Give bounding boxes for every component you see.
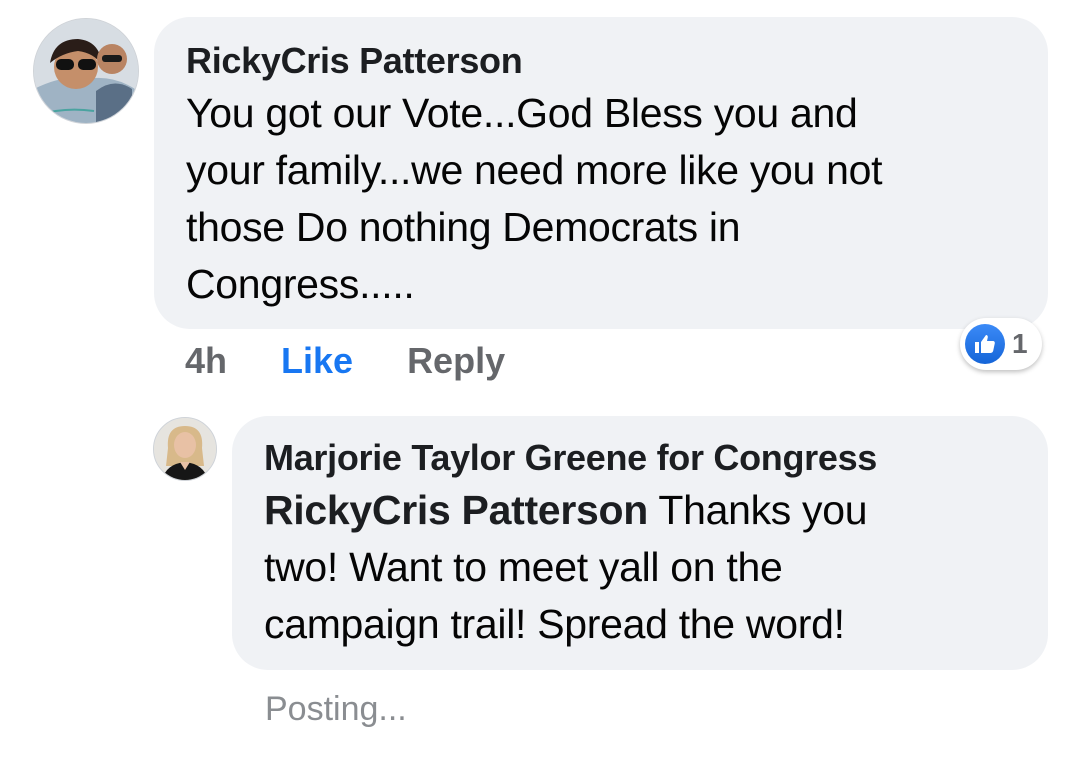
mention-tag[interactable]: RickyCris Patterson (264, 487, 648, 533)
reply-text: RickyCris Patterson Thanks you two! Want… (264, 482, 964, 653)
comment-text-line: your family...we need more like you not (186, 147, 883, 193)
comment-bubble: RickyCris Patterson You got our Vote...G… (154, 17, 1048, 329)
comment-text-line: Congress..... (186, 261, 415, 307)
reply-button[interactable]: Reply (407, 340, 505, 382)
reply-text-line: RickyCris Patterson Thanks you (264, 482, 964, 539)
comment-timestamp[interactable]: 4h (185, 340, 227, 382)
reaction-summary[interactable]: 1 (960, 318, 1042, 370)
comment-text: You got our Vote...God Bless you and you… (186, 85, 986, 313)
commenter-avatar[interactable] (33, 18, 139, 124)
comment-actions: 4h Like Reply (185, 338, 505, 384)
comment-author-name[interactable]: RickyCris Patterson (186, 39, 1016, 83)
thumbs-up-icon (965, 324, 1005, 364)
posting-status: Posting... (265, 690, 407, 728)
comment-text-line: those Do nothing Democrats in (186, 204, 741, 250)
like-button[interactable]: Like (281, 340, 353, 382)
reaction-count: 1 (1012, 328, 1028, 359)
comment-text-line: You got our Vote...God Bless you and (186, 90, 858, 136)
reply-text-line: campaign trail! Spread the word! (264, 601, 845, 647)
reply-text-segment: Thanks you (647, 487, 868, 533)
comment-thread: RickyCris Patterson You got our Vote...G… (0, 0, 1080, 760)
reply-author-avatar[interactable] (153, 417, 217, 481)
reply-author-name[interactable]: Marjorie Taylor Greene for Congress (264, 436, 1016, 480)
reply-bubble: Marjorie Taylor Greene for Congress Rick… (232, 416, 1048, 670)
reply-text-line: two! Want to meet yall on the (264, 544, 783, 590)
avatar-photo (34, 19, 138, 123)
avatar-photo (154, 418, 216, 480)
